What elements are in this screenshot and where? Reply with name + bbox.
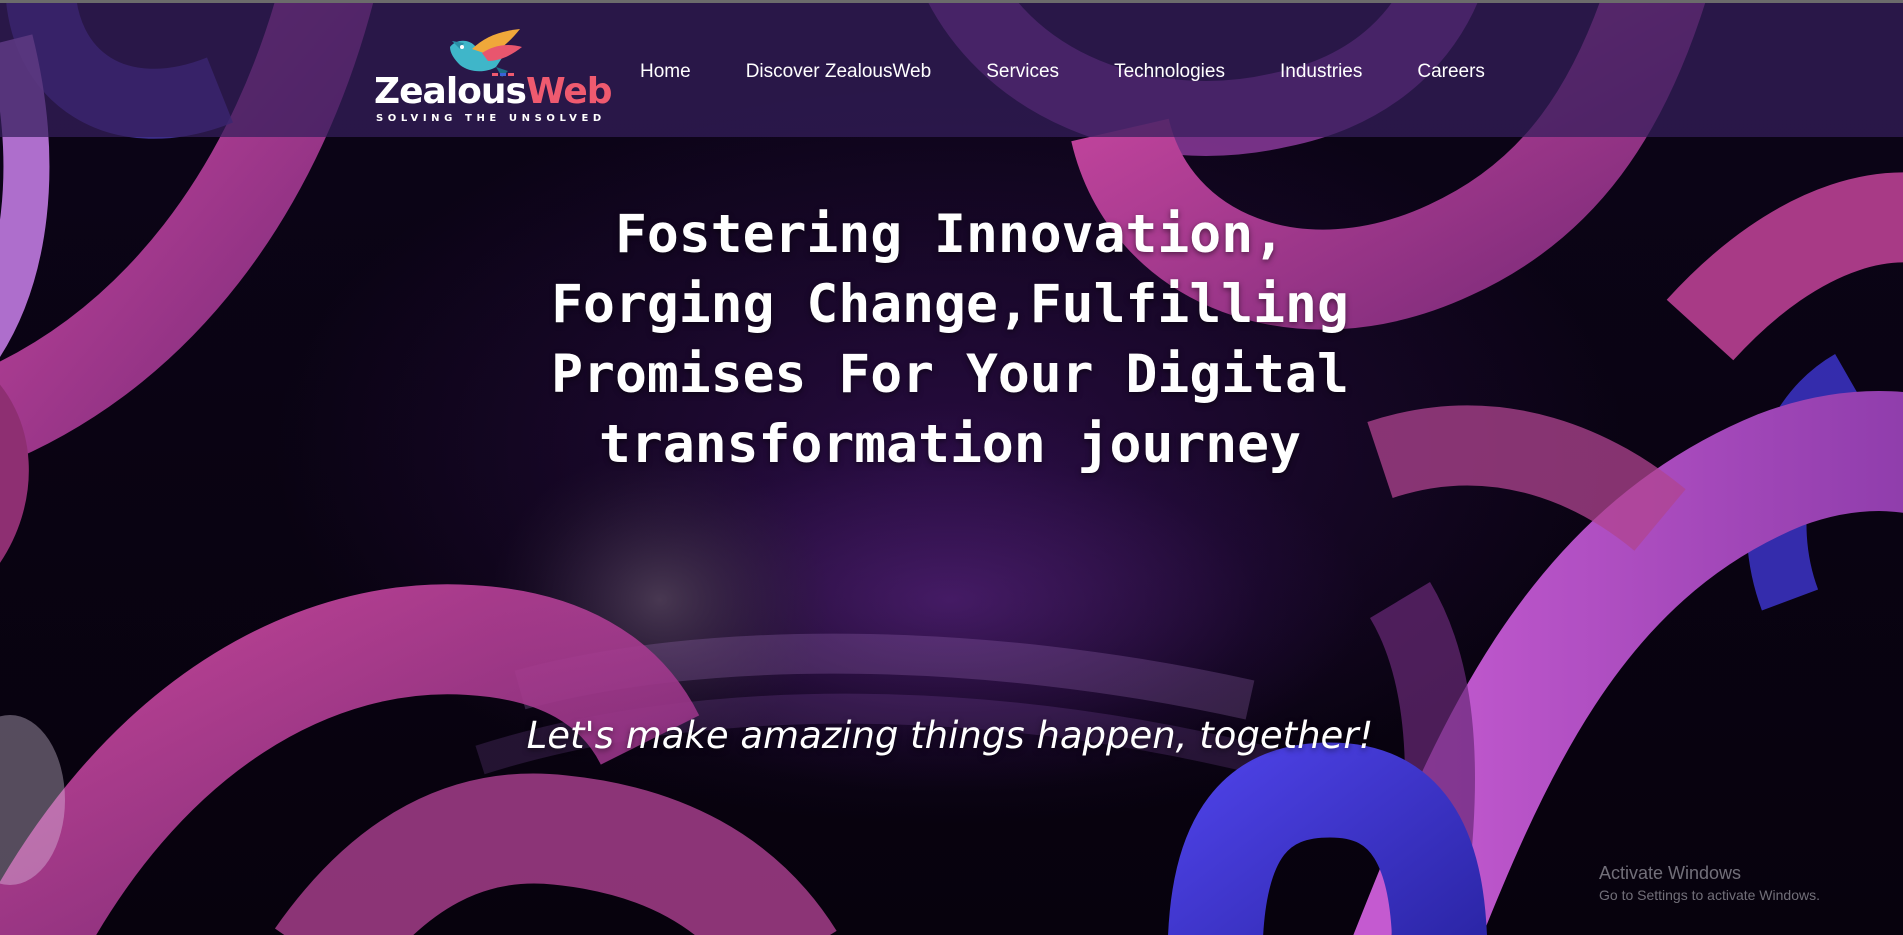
nav-home[interactable]: Home	[640, 61, 691, 83]
activate-windows-watermark: Activate Windows Go to Settings to activ…	[1599, 863, 1820, 903]
logo-wordmark: ZealousWeb	[374, 71, 613, 112]
hero-title-line: Promises For Your Digital	[551, 344, 1349, 405]
hero-title-line: transformation journey	[599, 414, 1301, 475]
hero-title-line: Fostering Innovation,	[614, 204, 1286, 265]
top-navbar: ZealousWeb SOLVING THE UNSOLVED Home Dis…	[0, 3, 1903, 137]
activate-windows-subtitle: Go to Settings to activate Windows.	[1599, 887, 1820, 903]
hero-title-line: Forging Change,Fulfilling	[551, 274, 1349, 335]
top-border	[0, 0, 1903, 3]
nav-discover-zealousweb[interactable]: Discover ZealousWeb	[746, 61, 932, 83]
hero-title: Fostering Innovation, Forging Change,Ful…	[440, 200, 1460, 480]
nav-technologies[interactable]: Technologies	[1114, 61, 1225, 83]
hero-tagline: Let's make amazing things happen, togeth…	[526, 714, 1374, 757]
activate-windows-title: Activate Windows	[1599, 863, 1742, 883]
nav-services[interactable]: Services	[986, 61, 1059, 83]
logo-tagline: SOLVING THE UNSOLVED	[376, 113, 606, 124]
nav-industries[interactable]: Industries	[1280, 61, 1362, 83]
zealousweb-logo[interactable]: ZealousWeb SOLVING THE UNSOLVED	[372, 27, 613, 127]
nav-careers[interactable]: Careers	[1417, 61, 1485, 83]
page: ZealousWeb SOLVING THE UNSOLVED Home Dis…	[0, 0, 1903, 935]
main-navigation: Home Discover ZealousWeb Services Techno…	[640, 61, 1540, 83]
